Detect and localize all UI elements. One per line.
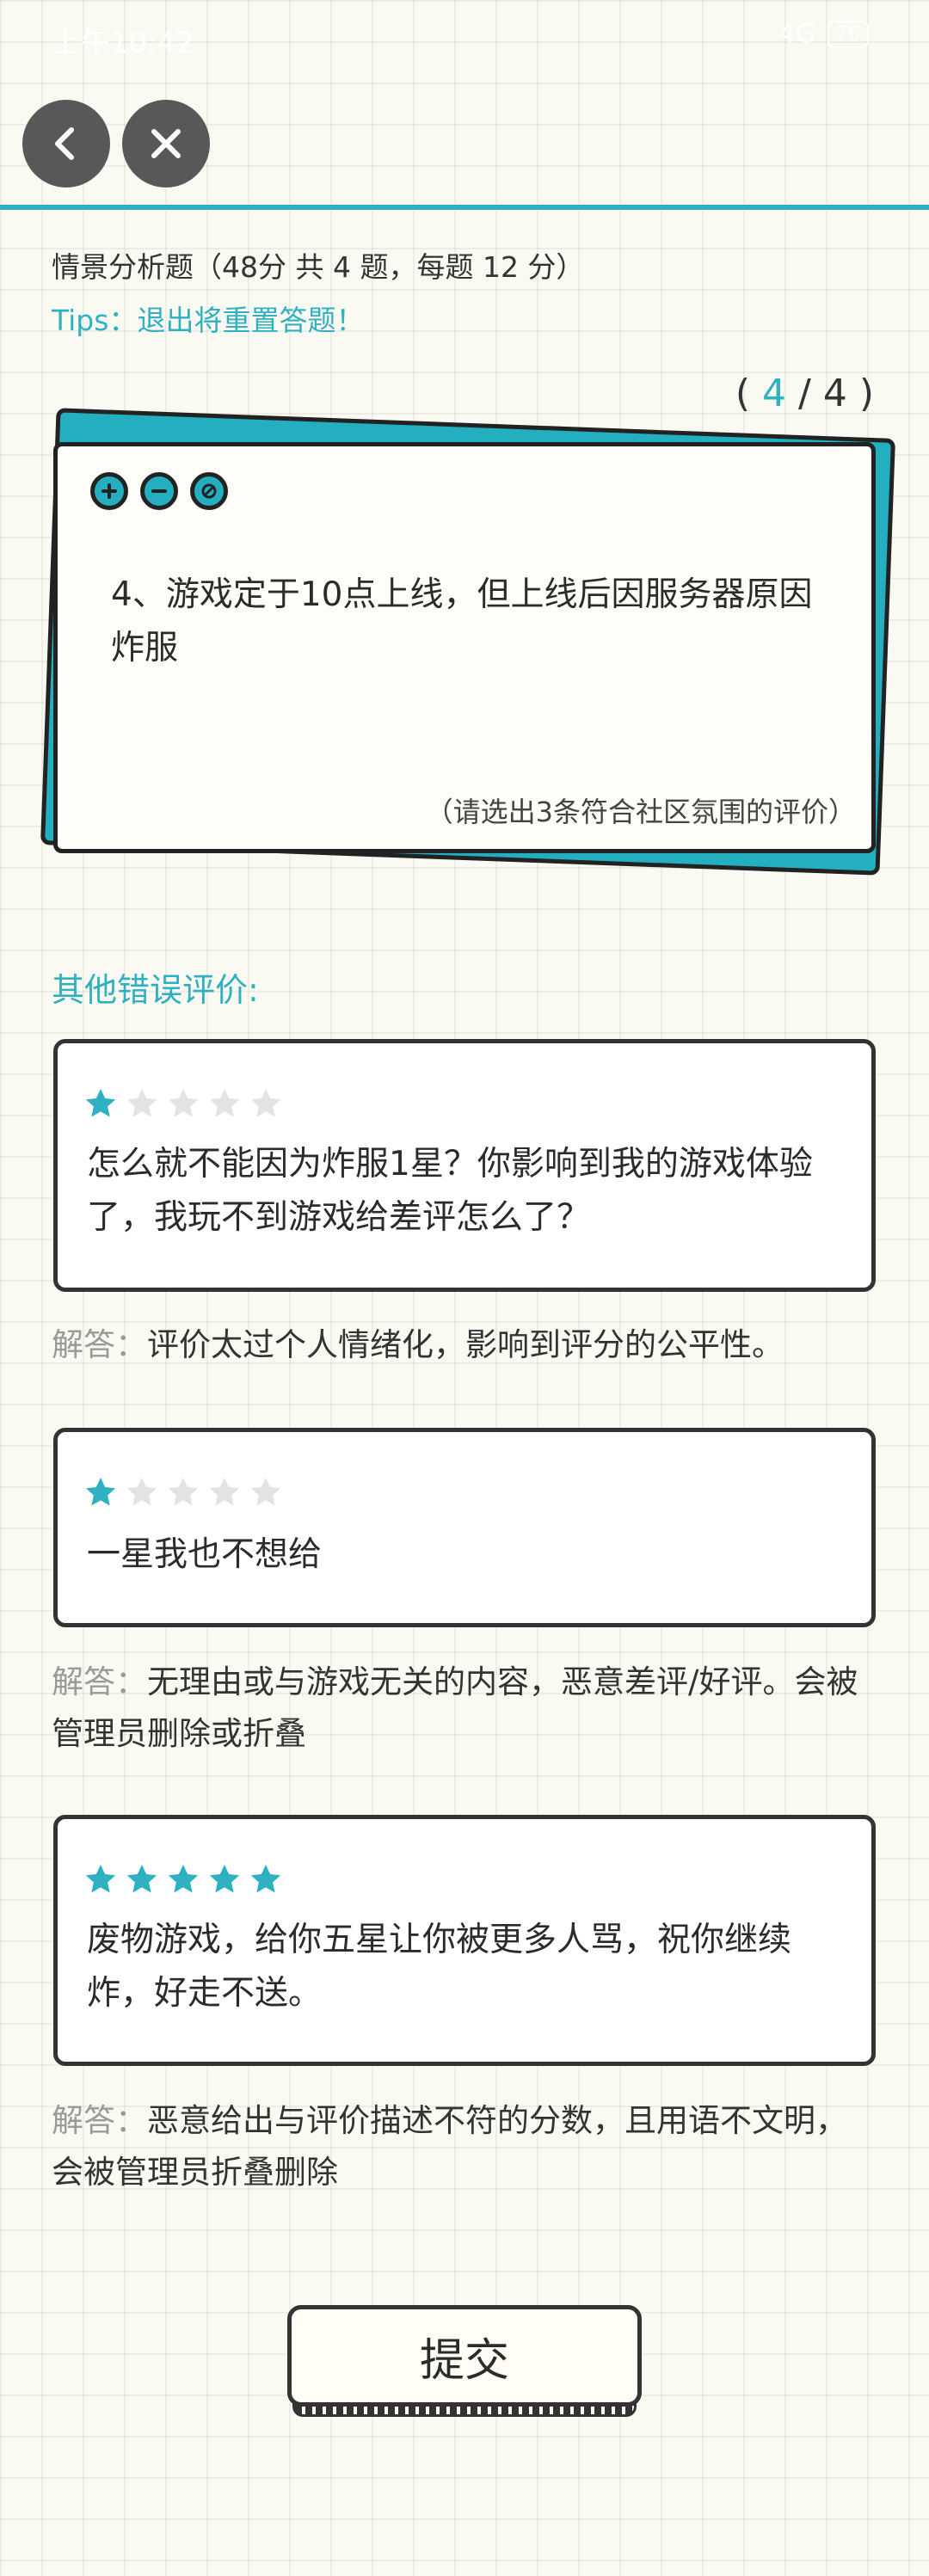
- status-right: 4G 76: [779, 19, 869, 49]
- review-text: 怎么就不能因为炸服1星？你影响到我的游戏体验了，我玩不到游戏给差评怎么了？: [87, 1145, 813, 1237]
- progress-separator: /: [786, 372, 823, 415]
- header-divider: [0, 205, 929, 210]
- star-filled-icon: [85, 1865, 116, 1893]
- star-filled-icon: [209, 1865, 240, 1893]
- progress-open: (: [735, 372, 763, 415]
- star-empty-icon: [126, 1089, 157, 1117]
- question-hint: （请选出3条符合社区氛围的评价）: [425, 796, 856, 828]
- answer-label: 解答：: [52, 1663, 147, 1700]
- question-progress: ( 4 / 4 ): [735, 372, 874, 415]
- answer-body: 恶意给出与评价描述不符的分数，且用语不文明，会被管理员折叠删除: [52, 2102, 847, 2191]
- answer-label: 解答：: [52, 2102, 147, 2139]
- answer-body: 评价太过个人情绪化，影响到评分的公平性。: [147, 1326, 784, 1363]
- star-rating: [83, 1086, 283, 1121]
- star-empty-icon: [126, 1478, 157, 1506]
- question-card: 4、游戏定于10点上线，但上线后因服务器原因炸服 （请选出3条符合社区氛围的评价…: [53, 442, 876, 853]
- other-wrong-reviews-title: 其他错误评价:: [52, 971, 259, 1009]
- answer-body: 无理由或与游戏无关的内容，恶意差评/好评。会被管理员删除或折叠: [52, 1663, 858, 1752]
- question-text: 4、游戏定于10点上线，但上线后因服务器原因炸服: [111, 575, 813, 667]
- back-button[interactable]: [22, 100, 110, 188]
- answer-text: 解答：恶意给出与评价描述不符的分数，且用语不文明，会被管理员折叠删除: [52, 2095, 877, 2198]
- review-card: 怎么就不能因为炸服1星？你影响到我的游戏体验了，我玩不到游戏给差评怎么了？: [53, 1039, 876, 1292]
- star-rating: [83, 1862, 283, 1897]
- progress-total: 4: [822, 372, 847, 415]
- answer-label: 解答：: [52, 1326, 147, 1363]
- progress-close: ): [846, 372, 874, 415]
- review-text: 一星我也不想给: [87, 1535, 323, 1574]
- submit-button[interactable]: 提交: [287, 2305, 642, 2407]
- answer-text: 解答：评价太过个人情绪化，影响到评分的公平性。: [52, 1319, 877, 1371]
- star-empty-icon: [209, 1089, 240, 1117]
- chevron-left-icon: [55, 127, 74, 160]
- star-empty-icon: [168, 1089, 199, 1117]
- review-card: 一星我也不想给: [53, 1428, 876, 1627]
- progress-current: 4: [762, 372, 787, 415]
- close-icon: [151, 129, 181, 158]
- card-window-controls: [90, 472, 228, 510]
- star-filled-icon: [126, 1865, 157, 1893]
- star-empty-icon: [168, 1478, 199, 1506]
- star-filled-icon: [85, 1478, 116, 1506]
- zoom-out-icon: [140, 472, 178, 510]
- status-bar: 上午10:42 4G 76: [0, 0, 929, 76]
- star-empty-icon: [250, 1478, 281, 1506]
- network-indicator: 4G: [778, 19, 815, 49]
- zoom-in-icon: [90, 472, 128, 510]
- submit-area: 提交: [287, 2305, 642, 2417]
- star-empty-icon: [209, 1478, 240, 1506]
- star-rating: [83, 1475, 283, 1509]
- star-filled-icon: [168, 1865, 199, 1893]
- close-button[interactable]: [122, 100, 210, 188]
- section-title: 情景分析题（48分 共 4 题，每题 12 分）: [52, 250, 585, 284]
- status-time: 上午10:42: [52, 26, 194, 60]
- block-icon: [190, 472, 228, 510]
- star-filled-icon: [250, 1865, 281, 1893]
- tips-text: Tips：退出将重置答题！: [52, 304, 365, 337]
- star-filled-icon: [85, 1089, 116, 1117]
- review-text: 废物游戏，给你五星让你被更多人骂，祝你继续炸，好走不送。: [87, 1921, 792, 2013]
- star-empty-icon: [250, 1089, 281, 1117]
- answer-text: 解答：无理由或与游戏无关的内容，恶意差评/好评。会被管理员删除或折叠: [52, 1657, 877, 1760]
- review-card: 废物游戏，给你五星让你被更多人骂，祝你继续炸，好走不送。: [53, 1815, 876, 2066]
- battery-icon: 76: [827, 20, 869, 48]
